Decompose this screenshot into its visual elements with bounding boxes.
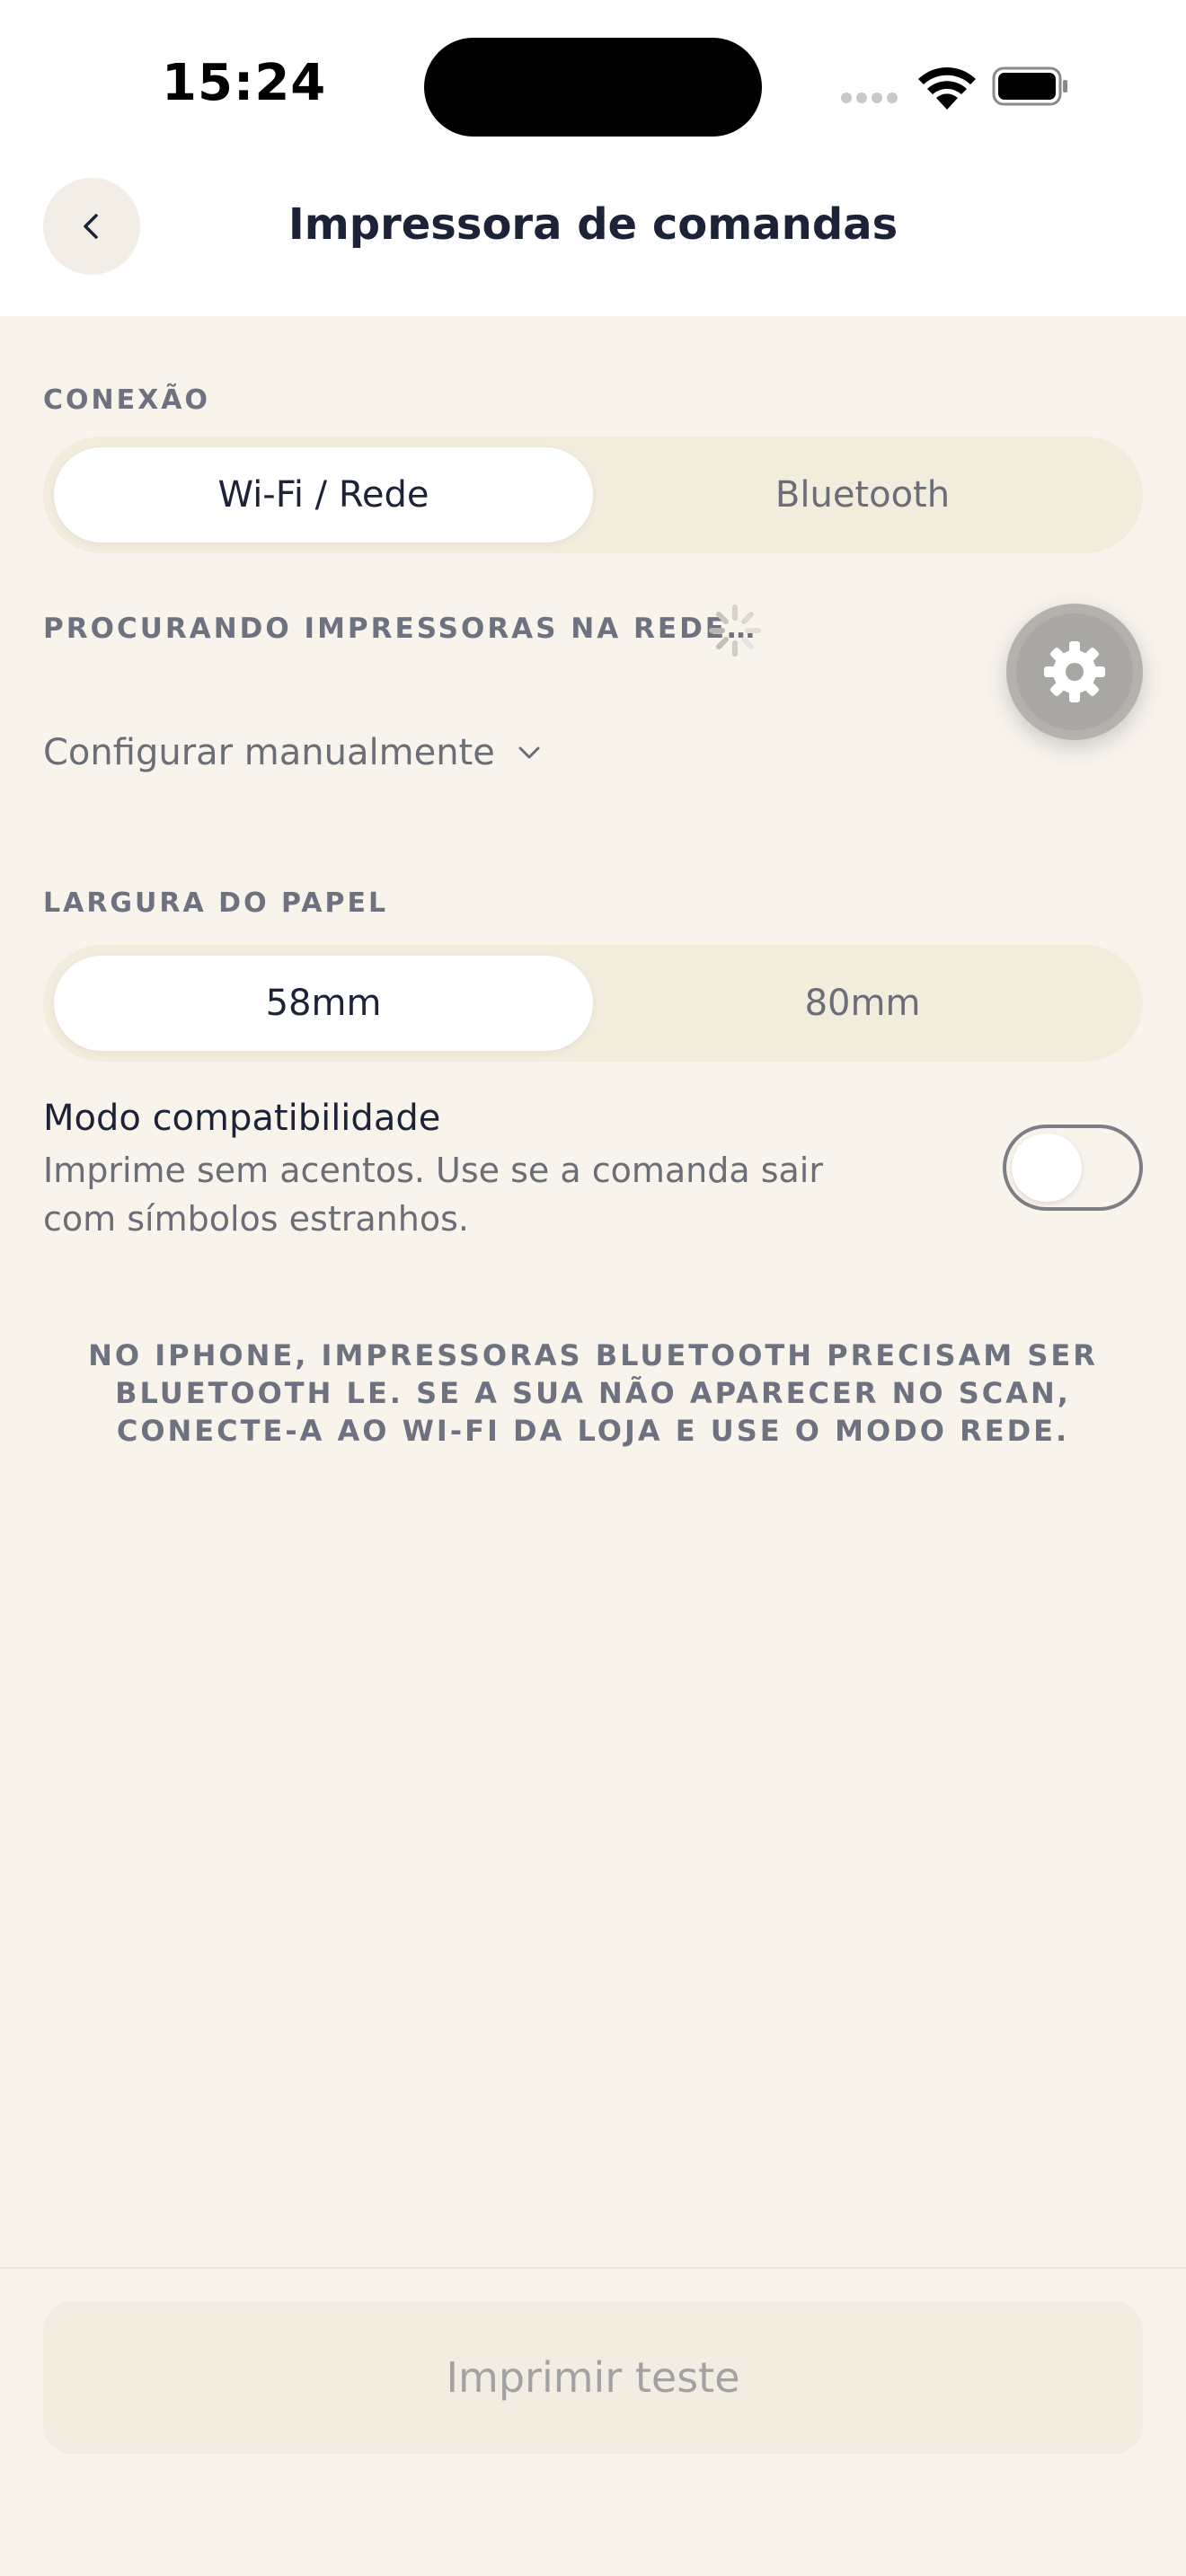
connection-label: CONEXÃO (43, 384, 210, 416)
compatibility-mode-title: Modo compatibilidade (43, 1098, 441, 1139)
battery-icon (992, 66, 1069, 106)
compatibility-mode-switch[interactable] (1003, 1125, 1143, 1211)
signal-dots-icon (841, 90, 902, 103)
gear-icon (1044, 641, 1105, 702)
configure-manually-label: Configurar manualmente (43, 732, 495, 773)
scan-status: PROCURANDO IMPRESSORAS NA REDE… (43, 613, 757, 645)
wifi-icon (916, 65, 978, 111)
paper-width-segmented-control: 58mm 80mm (43, 945, 1143, 1062)
connection-option-bluetooth[interactable]: Bluetooth (593, 447, 1132, 543)
page-title: Impressora de comandas (288, 199, 898, 250)
paper-option-80mm[interactable]: 80mm (593, 956, 1132, 1051)
connection-option-wifi[interactable]: Wi-Fi / Rede (54, 447, 593, 543)
configure-manually-toggle[interactable]: Configurar manualmente (43, 732, 544, 773)
chevron-down-icon (518, 746, 540, 759)
bluetooth-notice: NO IPHONE, IMPRESSORAS BLUETOOTH PRECISA… (88, 1338, 1098, 1448)
bottom-divider (0, 2267, 1186, 2269)
settings-fab-button[interactable] (1006, 604, 1143, 740)
loading-spinner-icon (706, 602, 764, 659)
paper-width-label: LARGURA DO PAPEL (43, 887, 389, 919)
dynamic-island (424, 38, 762, 137)
paper-option-58mm[interactable]: 58mm (54, 956, 593, 1051)
connection-segmented-control: Wi-Fi / Rede Bluetooth (43, 437, 1143, 553)
switch-knob (1012, 1134, 1082, 1202)
print-test-button[interactable]: Imprimir teste (43, 2301, 1143, 2454)
compatibility-mode-description: Imprime sem acentos. Use se a comanda sa… (43, 1151, 823, 1239)
status-time: 15:24 (162, 54, 327, 112)
